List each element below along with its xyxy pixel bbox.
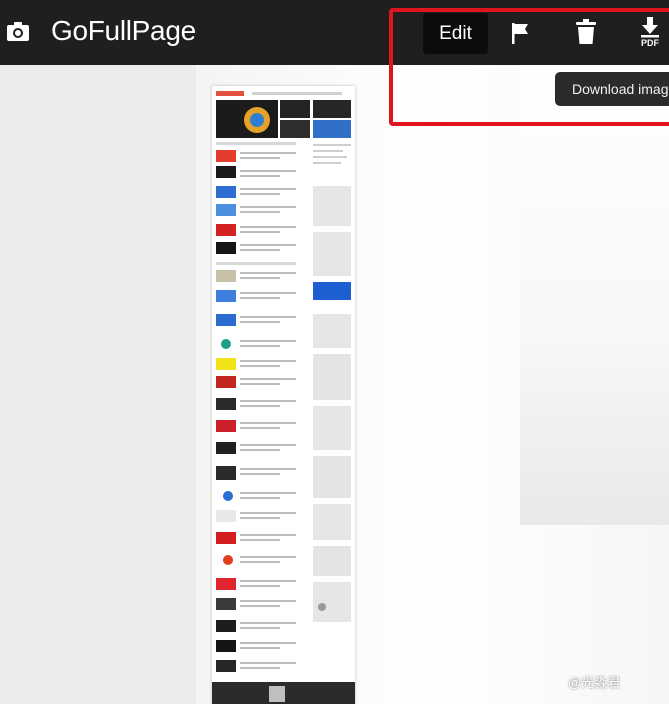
app-title: GoFullPage [51, 15, 196, 46]
camera-icon [6, 20, 30, 42]
watermark: @光淼君 [568, 675, 621, 690]
highlight-box [389, 8, 669, 126]
screenshot-preview[interactable] [212, 86, 355, 704]
canvas-shade [520, 65, 669, 525]
